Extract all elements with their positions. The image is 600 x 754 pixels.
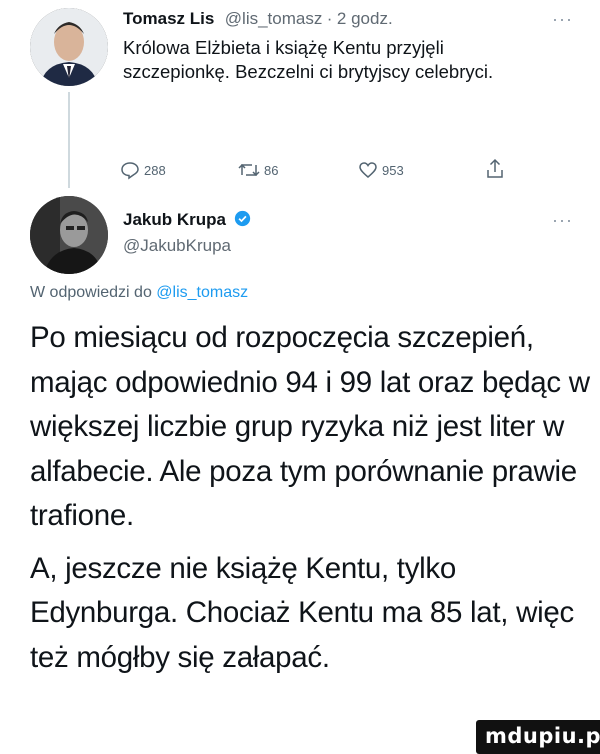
reply-icon	[121, 162, 139, 180]
author-handle[interactable]: @lis_tomasz	[225, 9, 323, 28]
tweet2-paragraph-2: A, jeszcze nie książę Kentu, tylko Edynb…	[30, 551, 574, 674]
reply-action[interactable]: 288	[120, 160, 166, 180]
author-handle[interactable]: @JakubKrupa	[123, 236, 231, 256]
more-options-icon[interactable]: ···	[552, 9, 573, 30]
tweet2-text: Po miesiącu od rozpoczęcia szczepień, ma…	[30, 316, 600, 680]
reply-to-prefix: W odpowiedzi do	[30, 284, 152, 301]
like-action[interactable]: 953	[358, 160, 404, 180]
author-name[interactable]: Jakub Krupa	[123, 210, 226, 229]
verified-badge-icon	[235, 210, 251, 227]
tweet1-header: Tomasz Lis @lis_tomasz · 2 godz.	[123, 9, 583, 29]
heart-icon	[359, 162, 377, 178]
retweet-icon	[238, 163, 260, 177]
reply-to-handle[interactable]: @lis_tomasz	[156, 284, 248, 301]
reply-count: 288	[144, 162, 166, 178]
share-icon	[487, 158, 503, 178]
watermark-logo: mdupiu.pl	[476, 720, 600, 754]
retweet-action[interactable]: 86	[238, 160, 278, 180]
share-action[interactable]	[485, 158, 505, 180]
retweet-count: 86	[264, 162, 279, 178]
reply-to-line: W odpowiedzi do @lis_tomasz	[30, 284, 248, 302]
thread-line	[68, 92, 70, 188]
like-count: 953	[382, 162, 404, 178]
timestamp[interactable]: 2 godz.	[337, 9, 393, 28]
tweet2-header: Jakub Krupa	[123, 210, 251, 230]
author-name[interactable]: Tomasz Lis	[123, 9, 214, 28]
more-options-icon[interactable]: ···	[552, 210, 573, 231]
tweet2-paragraph-1: Po miesiącu od rozpoczęcia szczepień, ma…	[30, 321, 590, 532]
separator: ·	[326, 9, 333, 28]
tweet1-text: Królowa Elżbieta i książę Kentu przyjęli…	[123, 37, 494, 82]
author-avatar[interactable]	[30, 196, 108, 274]
author-avatar[interactable]	[30, 8, 108, 86]
